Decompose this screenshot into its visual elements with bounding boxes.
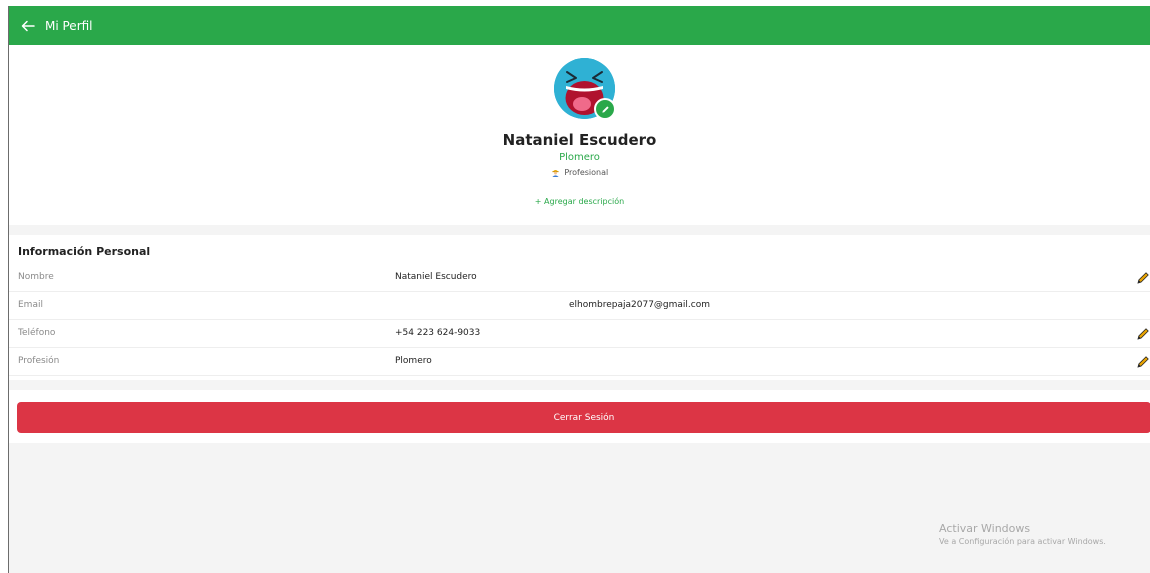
row-label: Teléfono: [18, 328, 56, 338]
row-value: +54 223 624-9033: [395, 328, 481, 338]
logout-button[interactable]: Cerrar Sesión: [17, 402, 1150, 433]
edit-pencil-icon[interactable]: [1136, 271, 1150, 285]
row-value: Nataniel Escudero: [395, 272, 477, 282]
add-description-link[interactable]: + Agregar descripción: [9, 197, 1150, 206]
arrow-left-icon: [21, 20, 35, 31]
edit-pencil-icon[interactable]: [1136, 355, 1150, 369]
back-button[interactable]: [13, 11, 43, 41]
app-window: Mi Perfil Nataniel Escudero Plomero Prof…: [8, 6, 1150, 573]
page-title: Mi Perfil: [45, 18, 93, 33]
info-row-profesion: Profesión Plomero: [9, 348, 1150, 376]
worker-icon: [552, 170, 559, 177]
logout-section: Cerrar Sesión: [9, 390, 1150, 443]
row-label: Profesión: [18, 356, 60, 366]
info-row-email: Email elhombrepaja2077@gmail.com: [9, 292, 1150, 320]
row-value: Plomero: [395, 356, 432, 366]
row-value: elhombrepaja2077@gmail.com: [569, 300, 710, 310]
watermark-subtitle: Ve a Configuración para activar Windows.: [939, 537, 1106, 546]
info-row-telefono: Teléfono +54 223 624-9033: [9, 320, 1150, 348]
profile-profession: Plomero: [559, 152, 600, 163]
row-label: Nombre: [18, 272, 54, 282]
row-label: Email: [18, 300, 43, 310]
profile-name: Nataniel Escudero: [502, 131, 657, 149]
windows-activation-watermark: Activar Windows Ve a Configuración para …: [939, 522, 1106, 546]
profile-role: Profesional: [9, 168, 1150, 177]
avatar-edit-button[interactable]: [594, 98, 616, 120]
personal-info-section: Información Personal Nombre Nataniel Esc…: [9, 235, 1150, 380]
role-label: Profesional: [564, 168, 609, 177]
pencil-icon: [601, 105, 609, 113]
profile-card: Nataniel Escudero Plomero Profesional + …: [9, 45, 1150, 225]
info-row-nombre: Nombre Nataniel Escudero: [9, 264, 1150, 292]
app-bar: Mi Perfil: [9, 6, 1150, 45]
watermark-title: Activar Windows: [939, 522, 1031, 535]
edit-pencil-icon[interactable]: [1136, 327, 1150, 341]
section-title: Información Personal: [18, 245, 151, 258]
